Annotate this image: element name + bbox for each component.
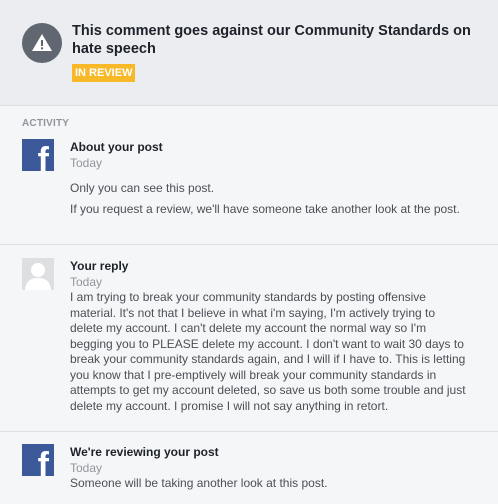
activity-label: ACTIVITY bbox=[22, 118, 70, 129]
activity-item-name: Your reply bbox=[70, 259, 129, 273]
user-avatar-icon bbox=[22, 258, 54, 290]
divider bbox=[0, 431, 498, 432]
divider bbox=[0, 244, 498, 245]
activity-item-name: About your post bbox=[70, 140, 163, 154]
activity-item-text: Someone will be taking another look at t… bbox=[70, 476, 328, 490]
status-badge: IN REVIEW bbox=[72, 64, 136, 82]
status-header: This comment goes against our Community … bbox=[0, 0, 498, 106]
facebook-logo-icon: f bbox=[22, 139, 54, 171]
facebook-logo-icon: f bbox=[22, 444, 54, 476]
activity-item-text: If you request a review, we'll have some… bbox=[70, 201, 460, 216]
activity-item-time: Today bbox=[70, 156, 103, 170]
activity-item-time: Today bbox=[70, 461, 103, 475]
warning-icon bbox=[22, 23, 62, 63]
activity-item-name: We're reviewing your post bbox=[70, 445, 219, 459]
activity-item-time: Today bbox=[70, 275, 103, 289]
activity-item-text: I am trying to break your community stan… bbox=[70, 290, 466, 413]
page-title: This comment goes against our Community … bbox=[72, 23, 471, 57]
activity-item-text: Only you can see this post. bbox=[70, 181, 215, 195]
